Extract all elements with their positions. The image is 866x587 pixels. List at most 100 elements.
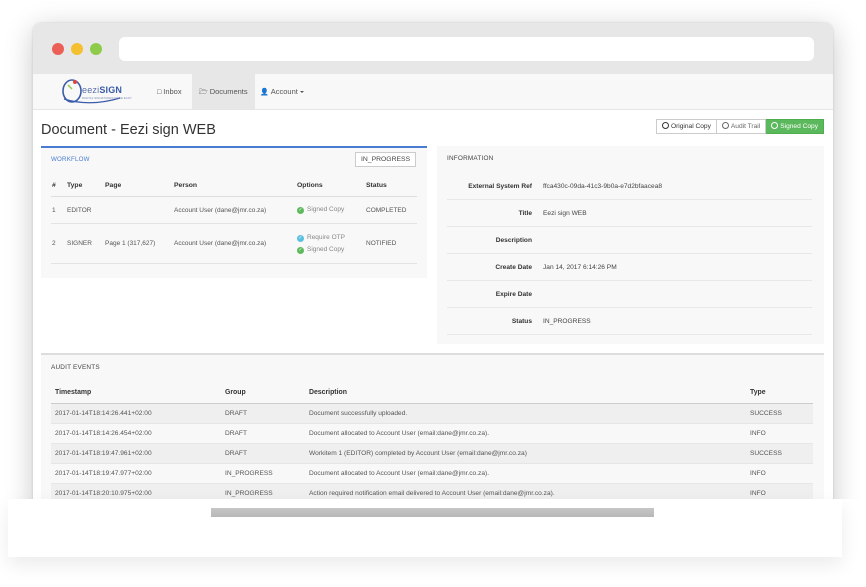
row-status: COMPLETED [365, 196, 417, 224]
audit-timestamp: 2017-01-14T18:14:26.454+02:00 [51, 423, 221, 444]
original-copy-label: Original Copy [670, 123, 711, 130]
col-group: Group [221, 382, 305, 404]
col-status: Status [365, 174, 417, 197]
info-value: IN_PROGRESS [542, 307, 812, 335]
page-title: Document - Eezi sign WEB [41, 122, 216, 138]
audit-description: Document allocated to Account User (emai… [305, 463, 746, 484]
table-row[interactable]: 2017-01-14T18:14:26.441+02:00 DRAFT Docu… [51, 403, 813, 424]
top-navbar: eeziSIGN DIGITAL SIGNATURES MADE EASY □ I… [33, 74, 833, 110]
option-require-otp[interactable]: ✓ Require OTP [297, 232, 364, 244]
row-person: Account User (dane@jmr.co.za) [173, 223, 296, 264]
audit-group: IN_PROGRESS [221, 463, 305, 484]
inbox-icon: □ [157, 89, 162, 96]
browser-titlebar [33, 23, 833, 74]
row-status: NOTIFIED [365, 223, 417, 264]
audit-group: DRAFT [221, 403, 305, 424]
audit-description: Document allocated to Account User (emai… [305, 423, 746, 444]
table-row[interactable]: 2017-01-14T18:19:47.977+02:00 IN_PROGRES… [51, 463, 813, 484]
audit-type: INFO [746, 423, 813, 444]
option-signed-copy[interactable]: ✓ Signed Copy [297, 204, 364, 216]
audit-group: DRAFT [221, 443, 305, 464]
row-person: Account User (dane@jmr.co.za) [173, 196, 296, 224]
info-row: Status IN_PROGRESS [447, 307, 812, 335]
col-type: Type [66, 174, 104, 197]
workflow-status-badge: IN_PROGRESS [355, 152, 417, 167]
check-circle-icon: ✓ [297, 234, 304, 242]
info-row: Create Date Jan 14, 2017 6:14:26 PM [447, 253, 812, 281]
col-options: Options [296, 174, 365, 197]
info-value [542, 226, 812, 254]
audit-trail-label: Audit Trail [730, 123, 761, 130]
workflow-row[interactable]: 1 EDITOR Account User (dane@jmr.co.za) ✓… [51, 196, 417, 224]
nav-documents-label: Documents [209, 87, 248, 96]
info-label: Status [447, 307, 542, 335]
audit-type: INFO [746, 463, 813, 484]
browser-window: eeziSIGN DIGITAL SIGNATURES MADE EASY □ I… [33, 23, 833, 517]
nav-account-label: Account [270, 87, 298, 96]
nav-inbox-label: Inbox [163, 87, 182, 96]
col-number: # [51, 174, 66, 197]
audit-timestamp: 2017-01-14T18:19:47.961+02:00 [51, 443, 221, 464]
check-circle-icon: ✓ [297, 207, 304, 214]
col-description: Description [305, 382, 746, 404]
audit-type: SUCCESS [746, 443, 813, 464]
workflow-panel: WORKFLOW IN_PROGRESS # Type Page Person … [41, 146, 427, 278]
nav-documents[interactable]: 🗁 Documents [192, 74, 255, 109]
row-options: ✓ Signed Copy [296, 196, 365, 224]
row-page [104, 196, 173, 224]
info-label: Create Date [447, 253, 542, 281]
option-signed-copy[interactable]: ✓ Signed Copy [297, 244, 364, 256]
nav-inbox[interactable]: □ Inbox [150, 74, 189, 109]
signed-copy-label: Signed Copy [780, 123, 818, 130]
caret-down-icon [299, 91, 304, 94]
info-label: Expire Date [447, 280, 542, 308]
table-row[interactable]: 2017-01-14T18:19:47.961+02:00 DRAFT Work… [51, 443, 813, 464]
address-bar[interactable] [119, 37, 814, 61]
original-copy-button[interactable]: Original Copy [655, 119, 717, 134]
workflow-table: # Type Page Person Options Status 1 EDIT… [51, 174, 417, 264]
option-label: Require OTP [307, 233, 345, 241]
info-row: Description [447, 226, 812, 254]
eezisign-logo[interactable]: eeziSIGN DIGITAL SIGNATURES MADE EASY [60, 77, 132, 105]
table-row[interactable]: 2017-01-14T18:14:26.454+02:00 DRAFT Docu… [51, 423, 813, 444]
col-person: Person [173, 174, 296, 197]
audit-events-panel: AUDIT EVENTS Timestamp Group Description… [41, 353, 824, 517]
logo-tagline: DIGITAL SIGNATURES MADE EASY [82, 96, 132, 100]
download-icon [771, 122, 779, 129]
col-page: Page [104, 174, 173, 197]
minimize-window-button[interactable] [71, 43, 83, 55]
row-type: SIGNER [66, 223, 104, 264]
row-number: 2 [51, 223, 66, 264]
audit-type: SUCCESS [746, 403, 813, 424]
folder-open-icon: 🗁 [199, 89, 208, 96]
row-type: EDITOR [66, 196, 104, 224]
audit-trail-button[interactable]: Audit Trail [716, 119, 767, 134]
audit-description: Workitem 1 (EDITOR) completed by Account… [305, 443, 746, 464]
workflow-row[interactable]: 2 SIGNER Page 1 (317,627) Account User (… [51, 223, 417, 264]
workflow-header-row: # Type Page Person Options Status [51, 174, 417, 197]
document-actions: Original Copy Audit Trail Signed Copy [655, 119, 824, 134]
information-panel: INFORMATION External System Ref ffca430c-… [437, 146, 824, 344]
logo-wordmark: eeziSIGN [82, 85, 123, 95]
info-value: Eezi sign WEB [542, 199, 812, 227]
audit-timestamp: 2017-01-14T18:14:26.441+02:00 [51, 403, 221, 424]
maximize-window-button[interactable] [90, 43, 102, 55]
audit-description: Document successfully uploaded. [305, 403, 746, 424]
option-label: Signed Copy [307, 206, 345, 213]
close-window-button[interactable] [52, 43, 64, 55]
nav-account[interactable]: 👤 Account [253, 74, 311, 109]
information-title: INFORMATION [447, 155, 494, 162]
signed-copy-button[interactable]: Signed Copy [766, 119, 824, 134]
bottom-scroll-strip [211, 508, 654, 517]
info-value [542, 280, 812, 308]
info-row: Title Eezi sign WEB [447, 199, 812, 227]
option-label: Signed Copy [307, 245, 345, 253]
user-icon: 👤 [260, 89, 269, 96]
info-row: Expire Date [447, 280, 812, 308]
audit-events-title: AUDIT EVENTS [51, 364, 100, 371]
information-table: External System Ref ffca430c-09da-41c3-9b… [447, 173, 812, 335]
col-timestamp: Timestamp [51, 382, 221, 404]
info-value: ffca430c-09da-41c3-9b0a-e7d2bfaacea8 [542, 173, 812, 200]
info-value: Jan 14, 2017 6:14:26 PM [542, 253, 812, 281]
audit-events-table: Timestamp Group Description Type 2017-01… [51, 382, 813, 504]
